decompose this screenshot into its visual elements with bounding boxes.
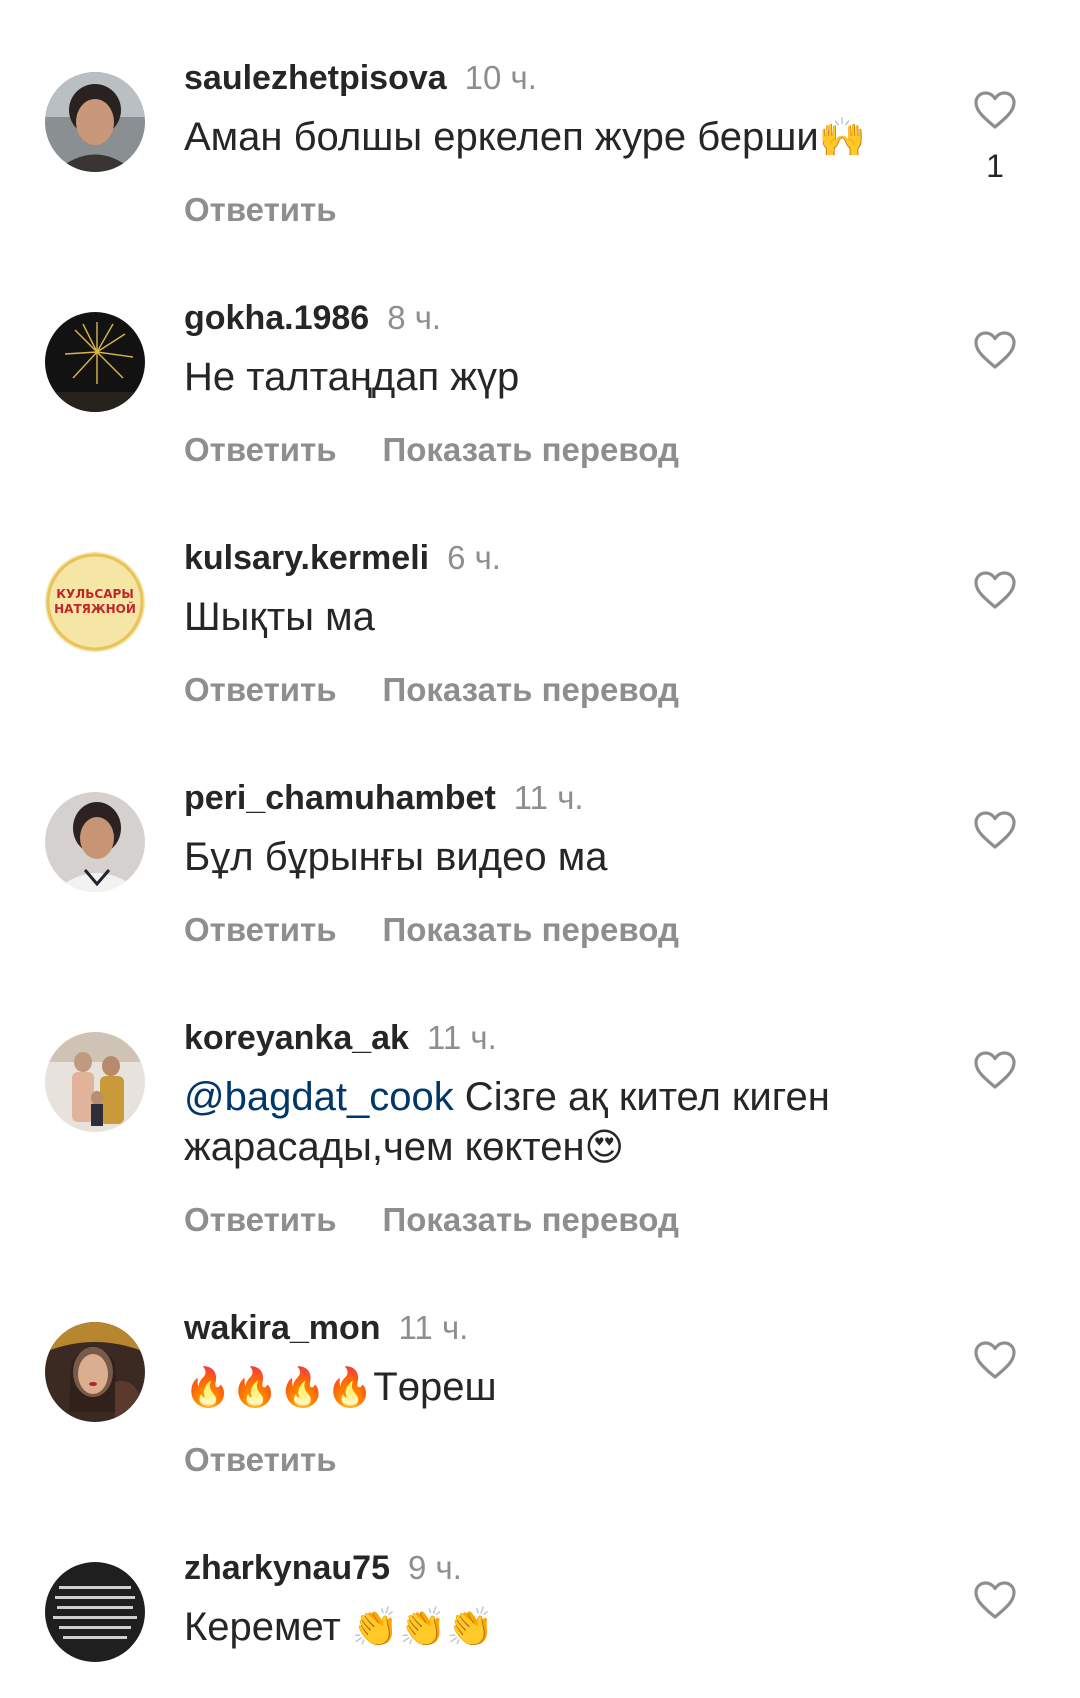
like-button[interactable]	[970, 1046, 1020, 1094]
like-button[interactable]	[970, 86, 1020, 134]
comment-text: @bagdat_cook Сізге ақ кител киген жараса…	[184, 1075, 830, 1169]
avatar[interactable]	[45, 792, 145, 892]
like-button[interactable]	[970, 806, 1020, 854]
heart-eyes-emoji: 😍	[584, 1127, 625, 1169]
username[interactable]: kulsary.kermeli	[184, 539, 429, 577]
avatar[interactable]	[45, 1032, 145, 1132]
comment-text: Не талтаңдап жүр	[184, 355, 520, 399]
comment-text: Бұл бұрынғы видео ма	[184, 835, 608, 879]
heart-outline-icon	[974, 91, 1016, 129]
comment-time: 11 ч.	[398, 1309, 469, 1346]
comment-text: 🔥🔥🔥🔥Төреш	[184, 1365, 497, 1409]
heart-outline-icon	[974, 331, 1016, 369]
like-button[interactable]	[970, 1336, 1020, 1384]
mention-link[interactable]: @bagdat_cook	[184, 1075, 454, 1119]
heart-outline-icon	[974, 1051, 1016, 1089]
comment-time: 11 ч.	[513, 779, 584, 816]
comment-time: 11 ч.	[426, 1019, 497, 1056]
comment-time: 9 ч.	[408, 1549, 462, 1586]
like-count: 1	[986, 148, 1004, 184]
fire-emoji: 🔥🔥🔥🔥	[184, 1367, 374, 1409]
reply-button[interactable]: Ответить	[184, 191, 337, 228]
reply-button[interactable]: Ответить	[184, 431, 337, 468]
heart-outline-icon	[974, 571, 1016, 609]
username[interactable]: peri_chamuhambet	[184, 779, 496, 817]
comment-time: 10 ч.	[464, 59, 537, 96]
avatar[interactable]	[45, 1562, 145, 1662]
username[interactable]: zharkynau75	[184, 1549, 390, 1587]
heart-outline-icon	[974, 811, 1016, 849]
heart-outline-icon	[974, 1341, 1016, 1379]
avatar-logo-text: НАТЯЖНОЙ	[54, 601, 136, 616]
show-translation-button[interactable]: Показать перевод	[383, 431, 679, 468]
show-translation-button[interactable]: Показать перевод	[383, 911, 679, 948]
avatar[interactable]: КУЛЬСАРЫ НАТЯЖНОЙ	[45, 552, 145, 652]
reply-button[interactable]: Ответить	[184, 1441, 337, 1478]
show-translation-button[interactable]: Показать перевод	[383, 671, 679, 708]
comment-time: 6 ч.	[447, 539, 501, 576]
show-translation-button[interactable]: Показать перевод	[383, 1201, 679, 1238]
reply-button[interactable]: Ответить	[184, 1201, 337, 1238]
like-button[interactable]	[970, 326, 1020, 374]
comment-text: Шықты ма	[184, 595, 375, 639]
raising-hands-emoji: 🙌	[818, 117, 866, 159]
like-button[interactable]	[970, 566, 1020, 614]
reply-button[interactable]: Ответить	[184, 911, 337, 948]
like-button[interactable]	[970, 1576, 1020, 1624]
heart-outline-icon	[974, 1581, 1016, 1619]
comment-text: Аман болшы еркелеп журе берши🙌	[184, 115, 866, 159]
avatar-logo-text: КУЛЬСАРЫ	[56, 587, 134, 601]
clapping-hands-emoji: 👏👏👏	[351, 1607, 494, 1649]
avatar[interactable]	[45, 72, 145, 172]
avatar[interactable]	[45, 1322, 145, 1422]
comment-text: Керемет 👏👏👏	[184, 1605, 494, 1649]
username[interactable]: wakira_mon	[184, 1309, 381, 1347]
username[interactable]: saulezhetpisova	[184, 59, 447, 97]
comment-time: 8 ч.	[387, 299, 442, 336]
avatar[interactable]	[45, 312, 145, 412]
username[interactable]: koreyanka_ak	[184, 1019, 409, 1057]
reply-button[interactable]: Ответить	[184, 671, 337, 708]
username[interactable]: gokha.1986	[184, 299, 369, 337]
